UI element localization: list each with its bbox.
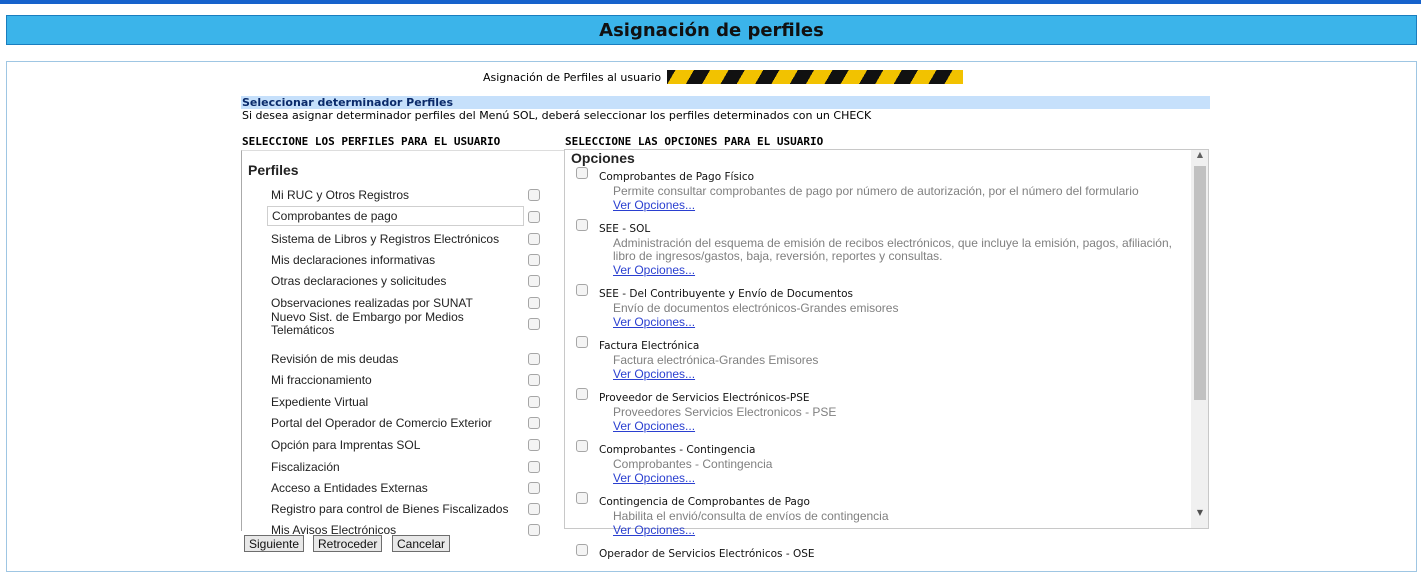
profile-item[interactable]: Portal del Operador de Comercio Exterior xyxy=(267,415,524,431)
option-title: Factura Electrónica xyxy=(599,340,700,352)
profile-item-label: Observaciones realizadas por SUNAT xyxy=(271,295,473,310)
profile-item-label: Otras declaraciones y solicitudes xyxy=(271,273,447,288)
profile-item[interactable]: Expediente Virtual xyxy=(267,394,524,410)
profile-item-label: Expediente Virtual xyxy=(271,394,369,409)
ver-opciones-link[interactable]: Ver Opciones... xyxy=(613,523,695,537)
ver-opciones-link[interactable]: Ver Opciones... xyxy=(613,419,695,433)
ver-opciones-link[interactable]: Ver Opciones... xyxy=(613,367,695,381)
profile-checkbox[interactable] xyxy=(528,396,540,408)
profile-checkbox[interactable] xyxy=(528,189,540,201)
option-checkbox[interactable] xyxy=(576,336,588,348)
option-description: Habilita el envió/consulta de envíos de … xyxy=(613,509,889,523)
option-description: Envío de documentos electrónicos-Grandes… xyxy=(613,301,899,315)
profile-item-label: Mi fraccionamiento xyxy=(271,372,372,387)
ver-opciones-link[interactable]: Ver Opciones... xyxy=(613,263,695,277)
profile-item[interactable]: Mis declaraciones informativas xyxy=(267,252,524,268)
profile-checkbox[interactable] xyxy=(528,503,540,515)
profile-item-label: Sistema de Libros y Registros Electrónic… xyxy=(271,231,500,246)
opciones-column-header: SELECCIONE LAS OPCIONES PARA EL USUARIO xyxy=(565,135,824,148)
profile-checkbox[interactable] xyxy=(528,275,540,287)
profile-checkbox[interactable] xyxy=(528,461,540,473)
profile-item-label: Fiscalización xyxy=(271,459,340,474)
profile-checkbox[interactable] xyxy=(528,318,540,330)
profile-item[interactable]: Registro para control de Bienes Fiscaliz… xyxy=(267,501,524,517)
perfiles-column-header: SELECCIONE LOS PERFILES PARA EL USUARIO xyxy=(242,135,501,148)
profile-checkbox[interactable] xyxy=(528,417,540,429)
user-row-label: Asignación de Perfiles al usuario xyxy=(483,70,662,84)
option-description: Proveedores Servicios Electronicos - PSE xyxy=(613,405,837,419)
opciones-scroll-thumb[interactable] xyxy=(1194,166,1206,400)
ver-opciones-link[interactable]: Ver Opciones... xyxy=(613,471,695,485)
profile-item[interactable]: Comprobantes de pago xyxy=(267,206,524,226)
option-title: SEE - SOL xyxy=(599,223,651,235)
profile-item-label: Portal del Operador de Comercio Exterior xyxy=(271,415,492,430)
scroll-down-arrow-icon[interactable]: ▼ xyxy=(1194,508,1206,517)
user-row: Asignación de Perfiles al usuario xyxy=(483,70,964,84)
ver-opciones-link[interactable]: Ver Opciones... xyxy=(613,198,695,212)
option-title: SEE - Del Contribuyente y Envío de Docum… xyxy=(599,288,854,300)
profile-item[interactable]: Revisión de mis deudas xyxy=(267,351,524,367)
option-title: Comprobantes - Contingencia xyxy=(599,444,756,456)
profile-item[interactable]: Mi fraccionamiento xyxy=(267,372,524,388)
profile-item[interactable]: Fiscalización xyxy=(267,459,524,475)
option-title: Comprobantes de Pago Físico xyxy=(599,171,755,183)
profile-item[interactable]: Opción para Imprentas SOL xyxy=(267,437,524,453)
profile-item-label: Registro para control de Bienes Fiscaliz… xyxy=(271,501,509,516)
option-description: libro de ingresos/gastos, baja, reversió… xyxy=(613,249,943,263)
profile-item[interactable]: Sistema de Libros y Registros Electrónic… xyxy=(267,231,524,247)
profile-item-label: Comprobantes de pago xyxy=(272,208,398,223)
profile-item[interactable]: Acceso a Entidades Externas xyxy=(267,480,524,496)
option-checkbox[interactable] xyxy=(576,544,588,556)
top-accent-bar xyxy=(0,0,1421,4)
cancel-button[interactable]: Cancelar xyxy=(392,535,451,552)
profile-item-label: Mis declaraciones informativas xyxy=(271,252,436,267)
profile-checkbox[interactable] xyxy=(528,524,540,536)
page-title-bar: Asignación de perfiles xyxy=(6,15,1417,45)
profile-checkbox[interactable] xyxy=(528,439,540,451)
option-checkbox[interactable] xyxy=(576,440,588,452)
section-description: Si desea asignar determinador perfiles d… xyxy=(242,109,872,122)
profile-item[interactable]: Mi RUC y Otros Registros xyxy=(267,187,524,203)
option-checkbox[interactable] xyxy=(576,167,588,179)
profile-checkbox[interactable] xyxy=(528,374,540,386)
profile-checkbox[interactable] xyxy=(528,353,540,365)
profile-checkbox[interactable] xyxy=(528,297,540,309)
section-heading: Seleccionar determinador Perfiles xyxy=(241,96,1210,109)
option-description: Factura electrónica-Grandes Emisores xyxy=(613,353,819,367)
option-title: Proveedor de Servicios Electrónicos-PSE xyxy=(599,392,810,404)
profile-item-label: Revisión de mis deudas xyxy=(271,351,399,366)
perfiles-title: Perfiles xyxy=(248,162,299,178)
redacted-user-bar xyxy=(667,70,964,84)
opciones-title: Opciones xyxy=(571,150,635,166)
scroll-up-arrow-icon[interactable]: ▲ xyxy=(1194,150,1206,159)
option-checkbox[interactable] xyxy=(576,388,588,400)
option-checkbox[interactable] xyxy=(576,492,588,504)
back-button[interactable]: Retroceder xyxy=(313,535,383,552)
profile-item[interactable]: Nuevo Sist. de Embargo por Medios Telemá… xyxy=(267,309,524,339)
profile-checkbox[interactable] xyxy=(528,211,540,223)
profile-item-label: Nuevo Sist. de Embargo por Medios Telemá… xyxy=(271,310,464,337)
profile-checkbox[interactable] xyxy=(528,482,540,494)
page-title: Asignación de perfiles xyxy=(599,19,824,41)
next-button[interactable]: Siguiente xyxy=(244,535,305,552)
option-description: Permite consultar comprobantes de pago p… xyxy=(613,184,1139,198)
profile-item-label: Mi RUC y Otros Registros xyxy=(271,187,410,202)
option-checkbox[interactable] xyxy=(576,219,588,231)
profile-item[interactable]: Otras declaraciones y solicitudes xyxy=(267,273,524,289)
option-checkbox[interactable] xyxy=(576,284,588,296)
profile-item-label: Opción para Imprentas SOL xyxy=(271,437,421,452)
profile-item-label: Acceso a Entidades Externas xyxy=(271,480,428,495)
profile-checkbox[interactable] xyxy=(528,254,540,266)
profile-checkbox[interactable] xyxy=(528,233,540,245)
option-title: Contingencia de Comprobantes de Pago xyxy=(599,496,810,508)
option-title: Operador de Servicios Electrónicos - OSE xyxy=(599,548,815,560)
option-description: Administración del esquema de emisión de… xyxy=(613,236,1172,250)
option-description: Comprobantes - Contingencia xyxy=(613,457,773,471)
ver-opciones-link[interactable]: Ver Opciones... xyxy=(613,315,695,329)
